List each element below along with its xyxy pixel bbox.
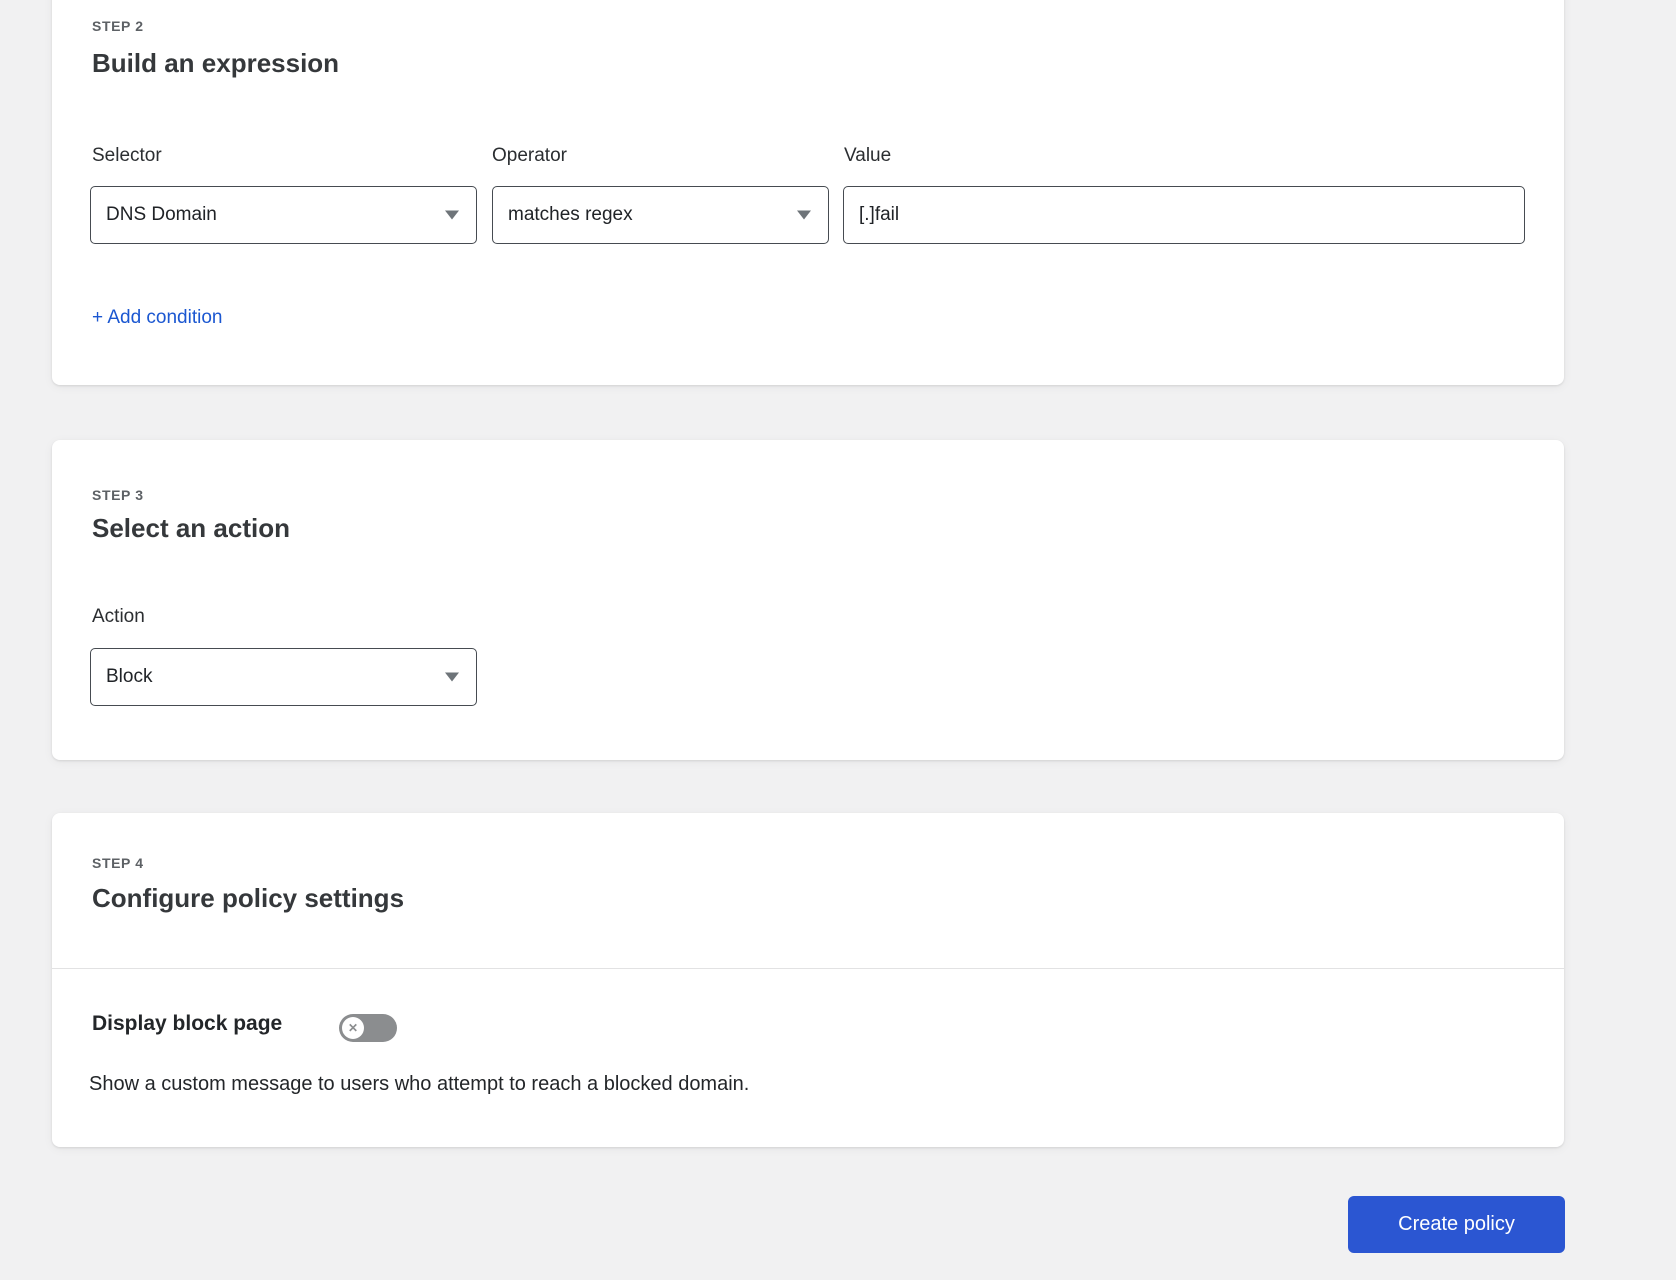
- step-4-label: STEP 4: [92, 855, 144, 871]
- step-3-label: STEP 3: [92, 487, 144, 503]
- operator-dropdown-value: matches regex: [508, 204, 633, 225]
- selector-label: Selector: [92, 145, 162, 166]
- display-block-page-toggle[interactable]: ✕: [339, 1014, 397, 1042]
- expression-card: STEP 2 Build an expression Selector Oper…: [52, 0, 1564, 385]
- action-title: Select an action: [92, 513, 290, 543]
- chevron-down-icon: [445, 672, 459, 682]
- chevron-down-icon: [797, 210, 811, 220]
- toggle-off-x-icon: ✕: [342, 1017, 364, 1039]
- value-input[interactable]: [843, 186, 1525, 244]
- selector-dropdown[interactable]: DNS Domain: [90, 186, 477, 244]
- selector-dropdown-value: DNS Domain: [106, 204, 217, 225]
- action-dropdown[interactable]: Block: [90, 648, 477, 706]
- operator-dropdown[interactable]: matches regex: [492, 186, 829, 244]
- chevron-down-icon: [445, 210, 459, 220]
- operator-label: Operator: [492, 145, 567, 166]
- settings-title: Configure policy settings: [92, 883, 405, 913]
- display-block-page-description: Show a custom message to users who attem…: [89, 1073, 750, 1095]
- step-2-label: STEP 2: [92, 18, 144, 34]
- expression-title: Build an expression: [92, 48, 340, 78]
- action-dropdown-value: Block: [106, 666, 153, 687]
- value-label: Value: [844, 145, 892, 166]
- action-label: Action: [92, 606, 145, 627]
- settings-divider: [52, 968, 1564, 969]
- create-policy-button[interactable]: Create policy: [1348, 1196, 1565, 1253]
- add-condition-link[interactable]: + Add condition: [92, 307, 222, 329]
- settings-card: STEP 4 Configure policy settings Display…: [52, 813, 1564, 1147]
- display-block-page-label: Display block page: [92, 1012, 283, 1035]
- action-card: STEP 3 Select an action Action Block: [52, 440, 1564, 760]
